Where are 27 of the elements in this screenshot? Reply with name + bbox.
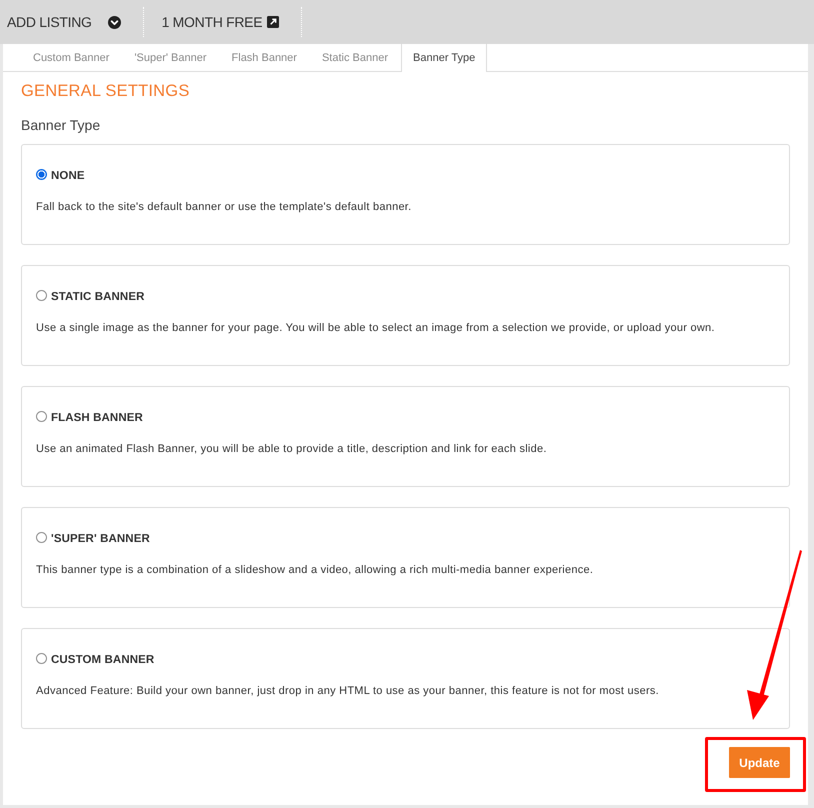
- radio-button[interactable]: [36, 532, 47, 543]
- option-title: 'SUPER' BANNER: [51, 533, 150, 545]
- option-description: This banner type is a combination of a slideshow and a video, allowing a rich multi-media banner experience.: [36, 563, 594, 577]
- section-title: GENERAL SETTINGS: [21, 81, 191, 102]
- chevron-circle-icon: [108, 16, 121, 28]
- tab[interactable]: Custom Banner: [21, 44, 122, 71]
- radio-button[interactable]: [36, 653, 47, 664]
- option-description: Use a single image as the banner for your page. You will be able to select an image from a selection we provide, or upload your own.: [36, 321, 716, 335]
- tab[interactable]: Banner Type: [401, 44, 488, 72]
- option-description: Use an animated Flash Banner, you will be able to provide a title, description and link for each slide.: [36, 442, 548, 456]
- radio-button[interactable]: [36, 169, 47, 180]
- field-label: Banner Type: [21, 116, 102, 134]
- option-description: Fall back to the site's default banner or use the template's default banner.: [36, 200, 412, 214]
- option-title: STATIC BANNER: [51, 291, 145, 303]
- radio-button[interactable]: [36, 290, 47, 301]
- external-link-icon: [267, 16, 280, 28]
- update-button[interactable]: Update: [729, 747, 790, 778]
- top-bar-link[interactable]: 1 MONTH FREE: [162, 12, 280, 32]
- tab[interactable]: Flash Banner: [220, 44, 309, 71]
- option-description: Advanced Feature: Build your own banner, just drop in any HTML to use as your banner, this feature is not for most users.: [36, 684, 660, 698]
- option-title: NONE: [51, 170, 85, 182]
- radio-button[interactable]: [36, 411, 47, 422]
- option-title: CUSTOM BANNER: [51, 654, 154, 666]
- top-bar-link[interactable]: ADD LISTING: [7, 12, 121, 32]
- option-title: FLASH BANNER: [51, 412, 143, 424]
- tab[interactable]: 'Super' Banner: [122, 44, 219, 71]
- tab[interactable]: Static Banner: [310, 44, 400, 71]
